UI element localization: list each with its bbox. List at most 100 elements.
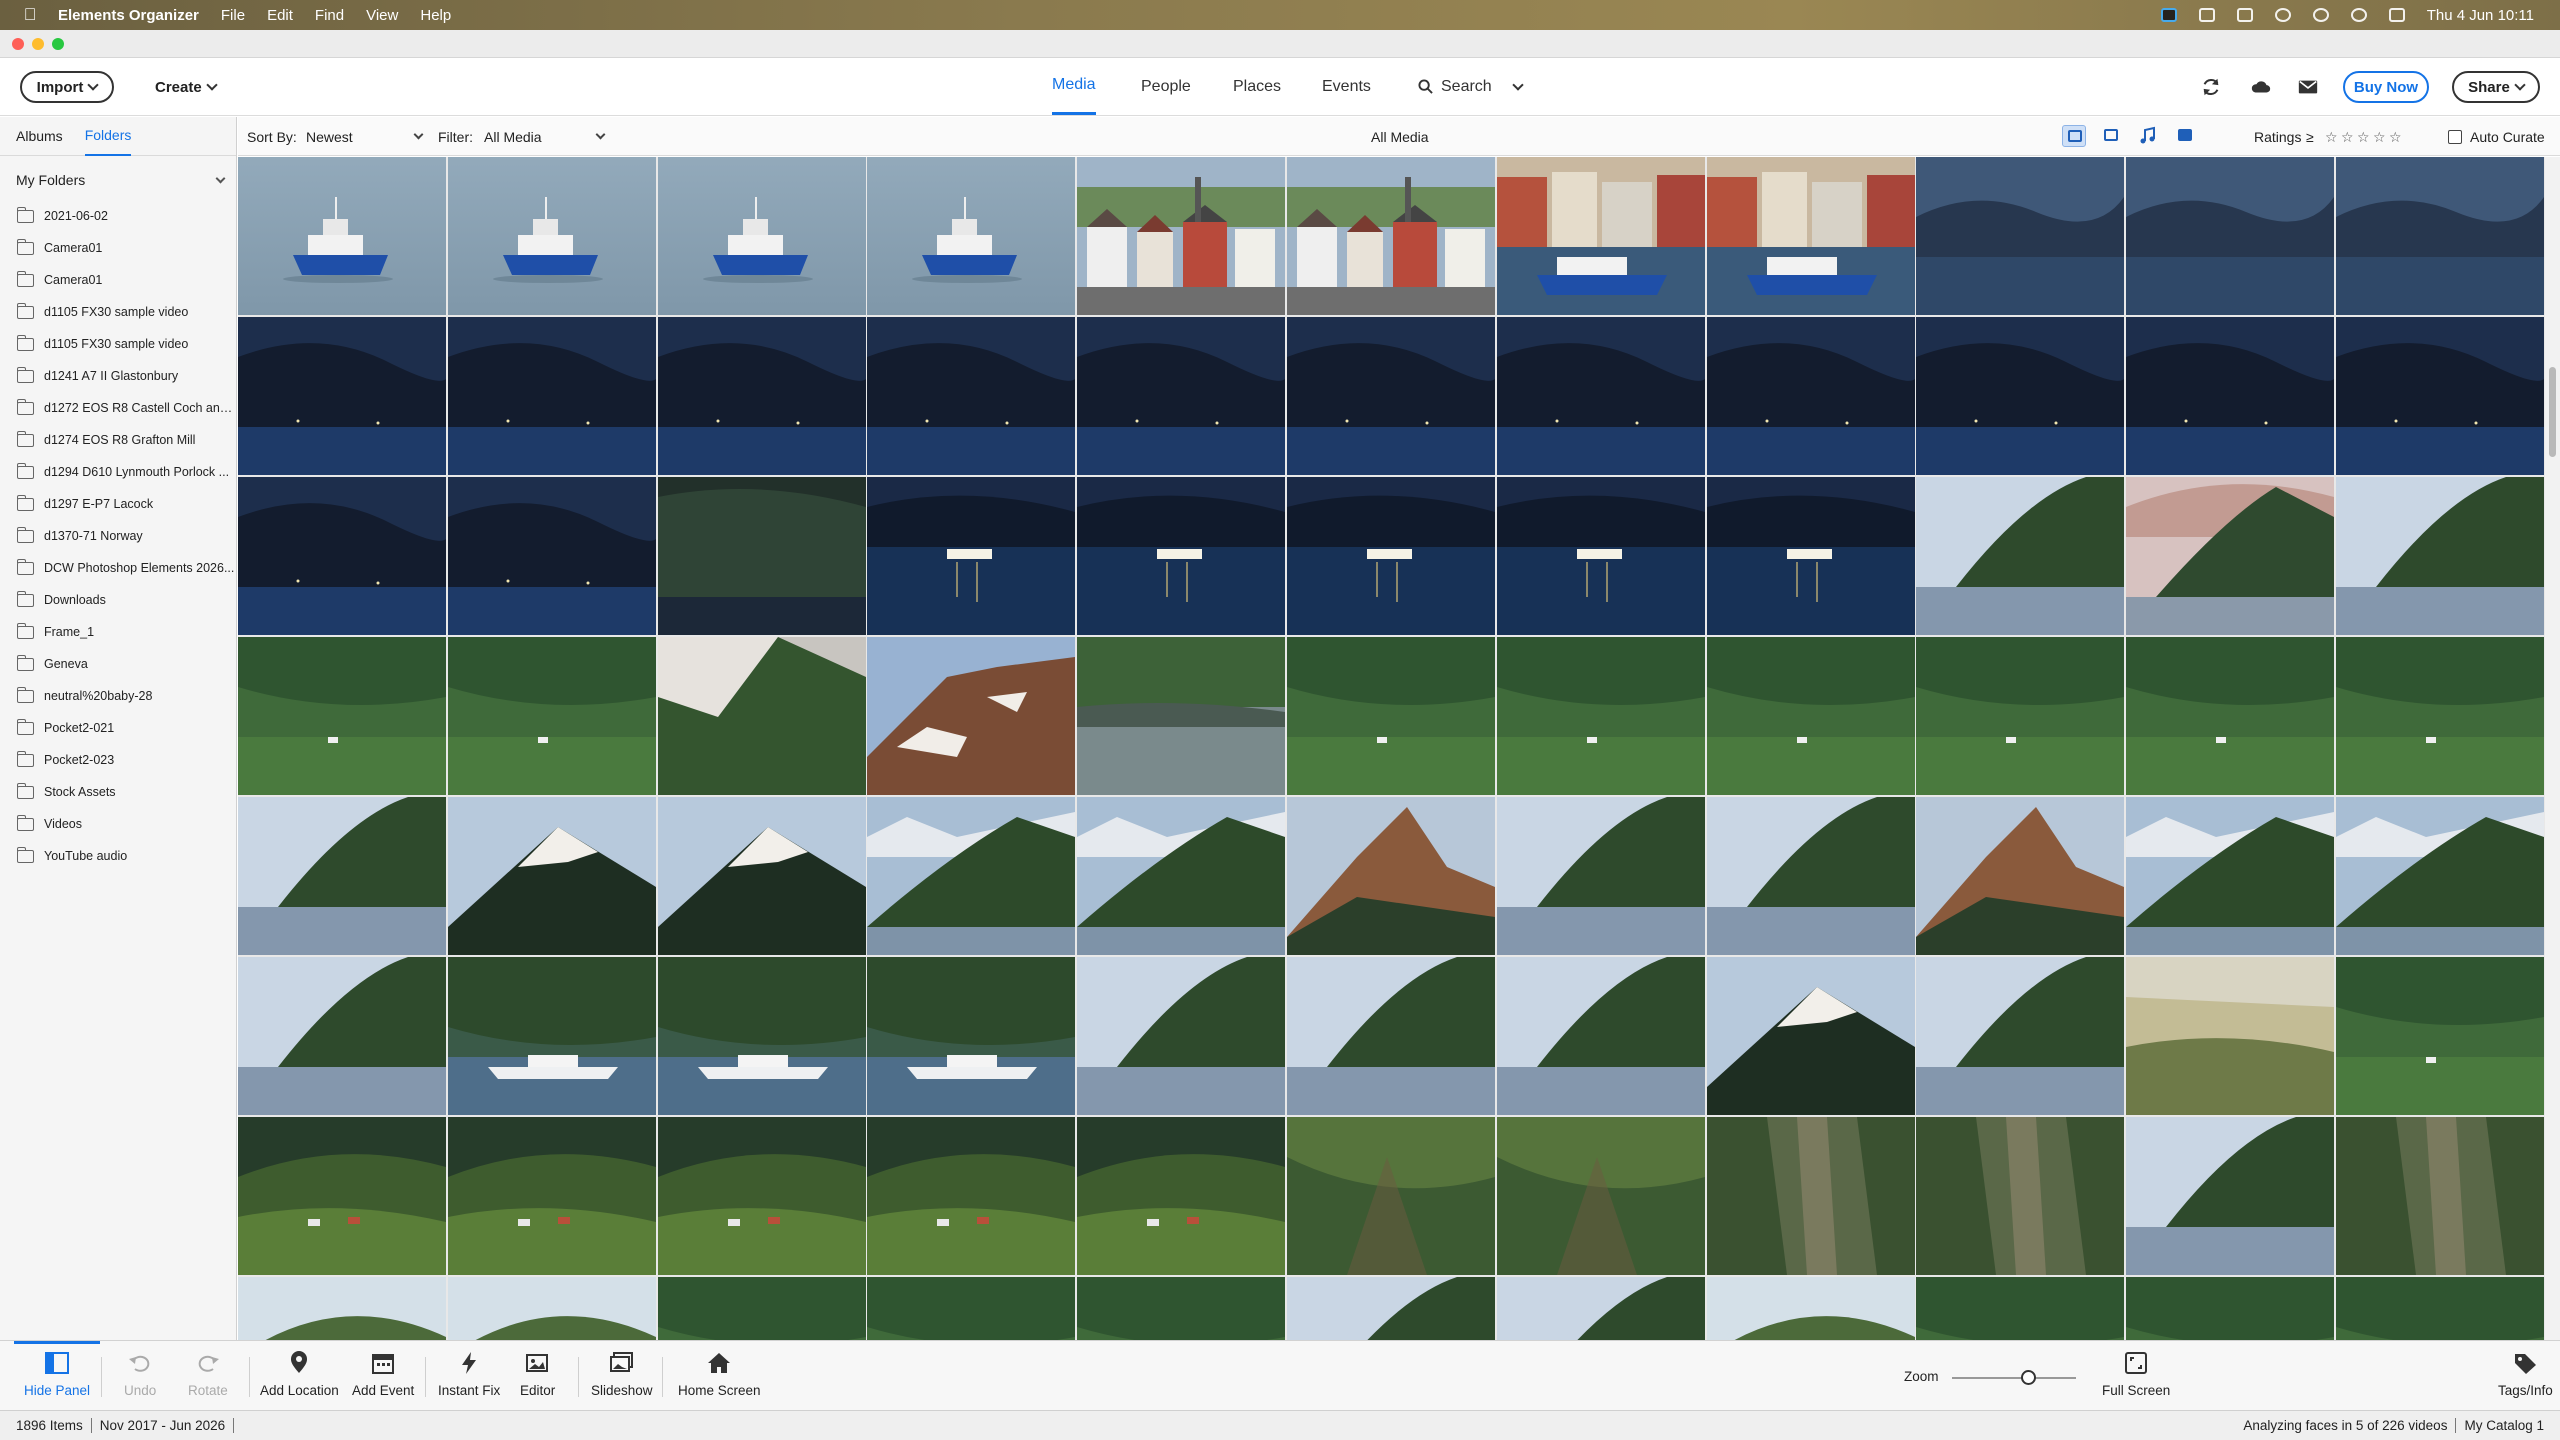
spotlight-icon[interactable] — [2350, 8, 2367, 22]
folder-item[interactable]: YouTube audio — [0, 840, 236, 872]
auto-curate-checkbox[interactable] — [2448, 129, 2462, 144]
search-button[interactable]: Search — [1418, 58, 1524, 115]
media-thumbnail[interactable] — [1496, 157, 1705, 315]
media-thumbnail[interactable] — [1077, 317, 1286, 475]
folder-item[interactable]: Videos — [0, 808, 236, 840]
folder-item[interactable]: d1297 E-P7 Lacock — [0, 488, 236, 520]
media-thumbnail[interactable] — [867, 317, 1076, 475]
media-thumbnail[interactable] — [867, 797, 1076, 955]
folder-item[interactable]: d1105 FX30 sample video — [0, 328, 236, 360]
media-thumbnail[interactable] — [1077, 957, 1286, 1115]
videos-view-icon[interactable] — [2099, 125, 2123, 147]
media-thumbnail[interactable] — [2126, 957, 2335, 1115]
media-thumbnail[interactable] — [1286, 317, 1495, 475]
tab-media[interactable]: Media — [1052, 58, 1096, 115]
chevron-down-icon[interactable] — [1512, 78, 1524, 91]
media-thumbnail[interactable] — [657, 797, 866, 955]
grid-scrollbar[interactable] — [2545, 157, 2560, 1340]
media-thumbnail[interactable] — [1286, 157, 1495, 315]
media-thumbnail[interactable] — [447, 317, 656, 475]
projects-view-icon[interactable] — [2173, 125, 2197, 147]
media-thumbnail[interactable] — [867, 477, 1076, 635]
media-thumbnail[interactable] — [1286, 957, 1495, 1115]
media-thumbnail[interactable] — [238, 1277, 446, 1340]
media-thumbnail[interactable] — [238, 157, 446, 315]
media-thumbnail[interactable] — [1916, 1117, 2125, 1275]
media-thumbnail[interactable] — [1706, 1117, 1915, 1275]
undo-button[interactable]: Undo — [124, 1351, 156, 1398]
media-thumbnail[interactable] — [2335, 637, 2544, 795]
media-thumbnail[interactable] — [2335, 477, 2544, 635]
media-thumbnail[interactable] — [1077, 1117, 1286, 1275]
tab-people[interactable]: People — [1141, 58, 1191, 115]
share-button[interactable]: Share — [2452, 71, 2540, 103]
media-thumbnail[interactable] — [1286, 1277, 1495, 1340]
media-thumbnail[interactable] — [1286, 1117, 1495, 1275]
folder-item[interactable]: Downloads — [0, 584, 236, 616]
media-thumbnail[interactable] — [447, 477, 656, 635]
media-thumbnail[interactable] — [657, 317, 866, 475]
media-thumbnail[interactable] — [2335, 957, 2544, 1115]
menu-file[interactable]: File — [221, 7, 245, 24]
app-name-menu[interactable]: Elements Organizer — [58, 7, 199, 24]
instant-fix-button[interactable]: Instant Fix — [438, 1351, 500, 1398]
media-thumbnail[interactable] — [1496, 1277, 1705, 1340]
audio-view-icon[interactable] — [2136, 125, 2160, 147]
media-thumbnail[interactable] — [867, 1277, 1076, 1340]
folder-item[interactable]: d1105 FX30 sample video — [0, 296, 236, 328]
auto-curate-toggle[interactable]: Auto Curate — [2448, 117, 2545, 156]
media-thumbnail[interactable] — [657, 637, 866, 795]
scrollbar-thumb[interactable] — [2549, 367, 2556, 457]
apple-icon[interactable]:  — [20, 5, 40, 25]
folder-item[interactable]: Frame_1 — [0, 616, 236, 648]
media-thumbnail[interactable] — [657, 157, 866, 315]
media-thumbnail[interactable] — [238, 477, 446, 635]
media-thumbnail[interactable] — [2126, 797, 2335, 955]
media-thumbnail[interactable] — [1496, 637, 1705, 795]
home-screen-button[interactable]: Home Screen — [678, 1351, 761, 1398]
media-thumbnail[interactable] — [1706, 317, 1915, 475]
ratings-operator[interactable]: ≥ — [2306, 117, 2314, 156]
folder-item[interactable]: d1274 EOS R8 Grafton Mill — [0, 424, 236, 456]
media-thumbnail[interactable] — [1286, 477, 1495, 635]
media-thumbnail[interactable] — [1286, 637, 1495, 795]
media-thumbnail[interactable] — [1916, 157, 2125, 315]
add-location-button[interactable]: Add Location — [260, 1351, 339, 1398]
wifi-icon[interactable] — [2312, 8, 2329, 22]
media-thumbnail[interactable] — [657, 957, 866, 1115]
editor-button[interactable]: Editor — [520, 1351, 555, 1398]
cloud-icon[interactable] — [2250, 76, 2272, 98]
media-thumbnail[interactable] — [1706, 157, 1915, 315]
folder-item[interactable]: Stock Assets — [0, 776, 236, 808]
media-thumbnail[interactable] — [1496, 317, 1705, 475]
folder-item[interactable]: Pocket2-023 — [0, 744, 236, 776]
photoshop-status-icon[interactable] — [2160, 8, 2177, 22]
media-thumbnail[interactable] — [1706, 637, 1915, 795]
hide-panel-button[interactable]: Hide Panel — [13, 1341, 101, 1398]
media-thumbnail[interactable] — [447, 157, 656, 315]
media-thumbnail[interactable] — [867, 157, 1076, 315]
folder-item[interactable]: Geneva — [0, 648, 236, 680]
media-thumbnail[interactable] — [238, 1117, 446, 1275]
folder-item[interactable]: d1370-71 Norway — [0, 520, 236, 552]
media-thumbnail[interactable] — [657, 1277, 866, 1340]
star-icon[interactable]: ☆ — [2389, 129, 2402, 146]
create-button[interactable]: Create — [155, 71, 218, 103]
photos-view-icon[interactable] — [2062, 125, 2086, 147]
media-thumbnail[interactable] — [1496, 797, 1705, 955]
slideshow-button[interactable]: Slideshow — [591, 1351, 653, 1398]
media-thumbnail[interactable] — [2335, 317, 2544, 475]
media-thumbnail[interactable] — [238, 637, 446, 795]
zoom-slider[interactable] — [1952, 1377, 2076, 1379]
media-thumbnail[interactable] — [2126, 477, 2335, 635]
media-thumbnail[interactable] — [1077, 797, 1286, 955]
zoom-slider-handle[interactable] — [2021, 1370, 2036, 1385]
menu-find[interactable]: Find — [315, 7, 344, 24]
media-thumbnail[interactable] — [1077, 1277, 1286, 1340]
star-icon[interactable]: ☆ — [2325, 129, 2338, 146]
tags-info-button[interactable]: Tags/Info — [2498, 1351, 2553, 1398]
folder-item[interactable]: 2021-06-02 — [0, 200, 236, 232]
media-thumbnail[interactable] — [2335, 157, 2544, 315]
catalog-name[interactable]: My Catalog 1 — [2456, 1418, 2560, 1433]
media-thumbnail[interactable] — [1286, 797, 1495, 955]
